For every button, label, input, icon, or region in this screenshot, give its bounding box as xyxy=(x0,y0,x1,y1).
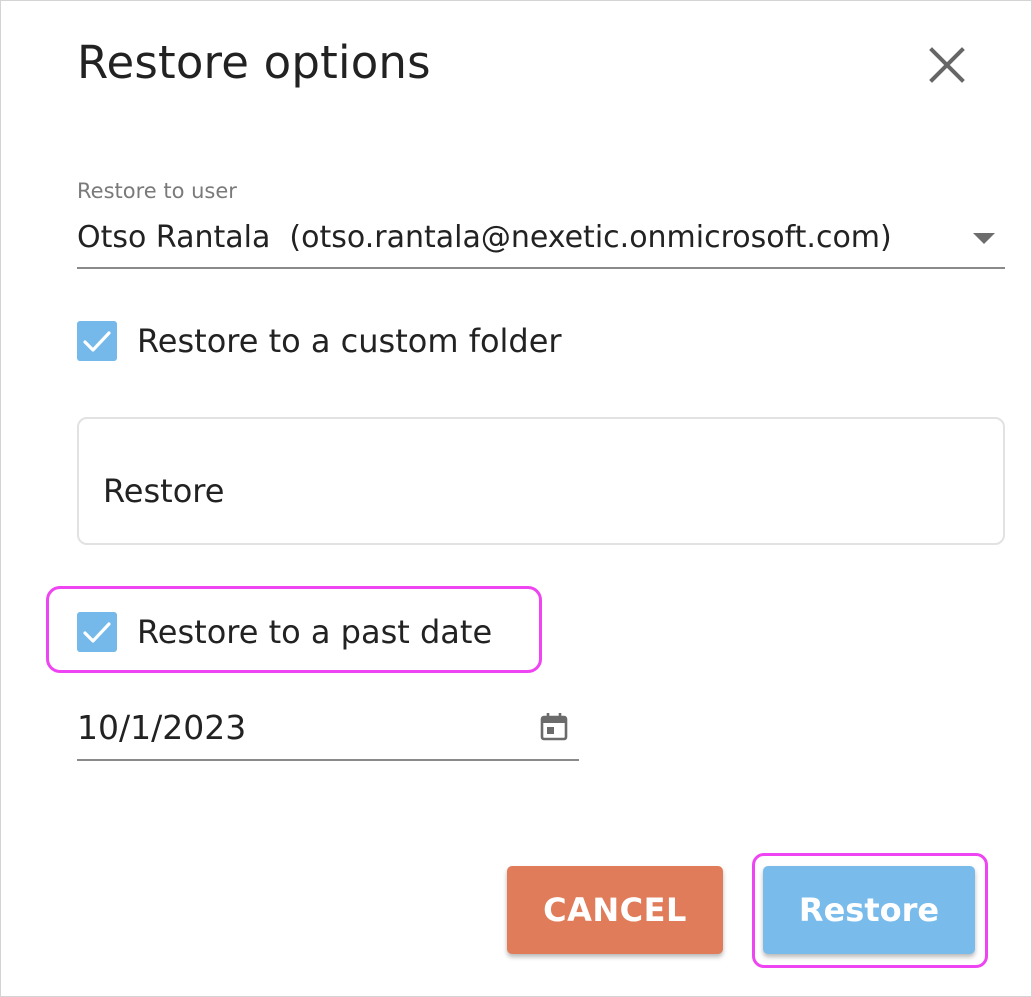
checkmark-icon xyxy=(83,331,111,352)
restore-user-value: Otso Rantala (otso.rantala@nexetic.onmic… xyxy=(77,220,892,255)
past-date-option[interactable]: Restore to a past date xyxy=(77,612,492,652)
close-icon xyxy=(929,47,965,83)
cancel-button[interactable]: CANCEL xyxy=(507,866,723,954)
restore-options-dialog: Restore options Restore to user Otso Ran… xyxy=(0,0,1032,997)
custom-folder-field[interactable] xyxy=(77,417,1005,545)
close-button[interactable] xyxy=(923,41,971,89)
date-input[interactable]: 10/1/2023 xyxy=(77,701,579,761)
dialog-title: Restore options xyxy=(77,36,431,89)
caret-down-icon xyxy=(973,233,995,244)
custom-folder-option[interactable]: Restore to a custom folder xyxy=(77,321,562,361)
restore-user-select[interactable]: Otso Rantala (otso.rantala@nexetic.onmic… xyxy=(77,213,1005,269)
custom-folder-input[interactable] xyxy=(103,469,963,513)
calendar-icon[interactable] xyxy=(537,710,571,744)
restore-user-label: Restore to user xyxy=(77,179,237,203)
past-date-checkbox[interactable] xyxy=(77,612,117,652)
past-date-label: Restore to a past date xyxy=(137,613,493,651)
restore-button[interactable]: Restore xyxy=(763,866,975,954)
date-value: 10/1/2023 xyxy=(77,708,247,747)
checkmark-icon xyxy=(83,622,111,643)
custom-folder-label: Restore to a custom folder xyxy=(137,322,562,360)
custom-folder-checkbox[interactable] xyxy=(77,321,117,361)
